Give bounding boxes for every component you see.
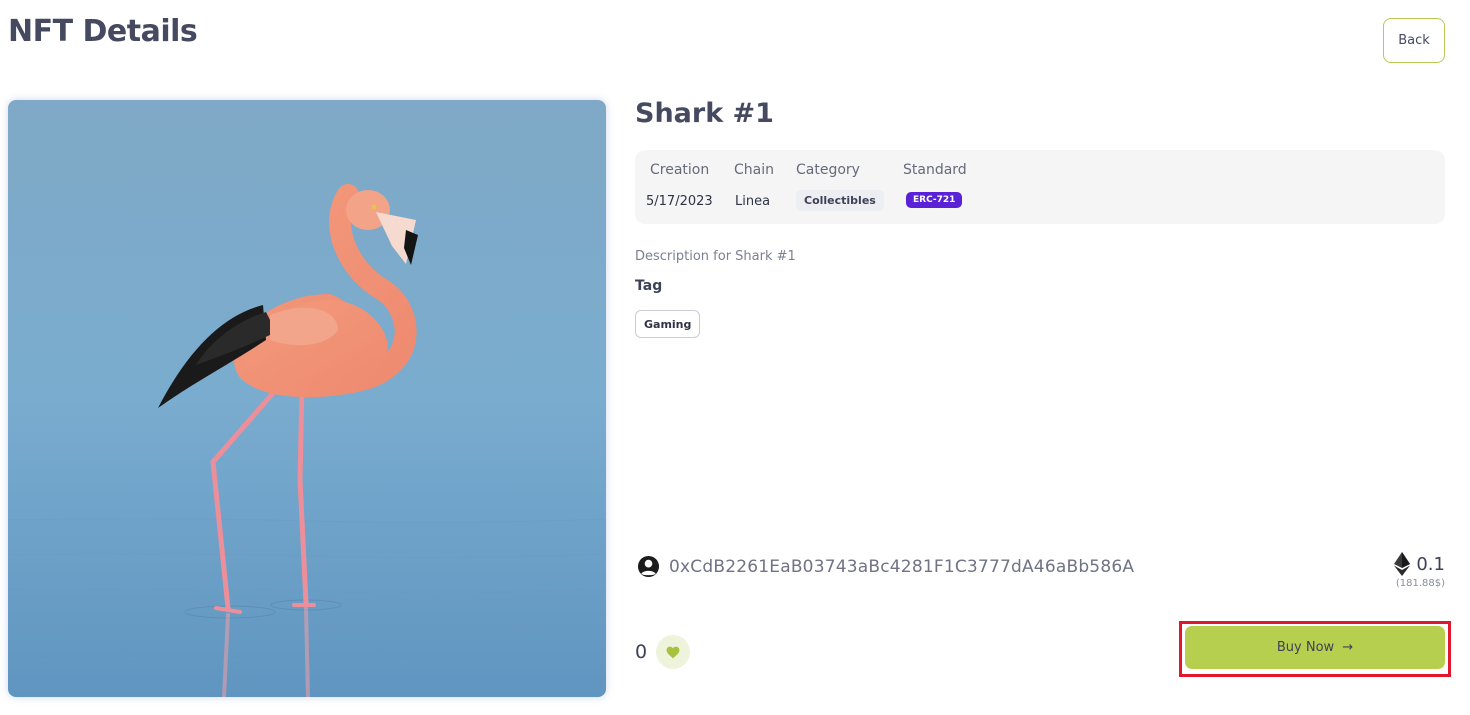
tag-gaming[interactable]: Gaming <box>635 310 701 338</box>
chain-label: Chain <box>734 162 774 178</box>
creation-value: 5/17/2023 <box>646 194 713 209</box>
arrow-right-icon: → <box>1342 640 1354 655</box>
page-title: NFT Details <box>8 14 198 49</box>
standard-badge: ERC-721 <box>906 192 963 208</box>
owner-address[interactable]: 0xCdB2261EaB03743aBc4281F1C3777dA46aBb58… <box>669 557 1134 577</box>
back-button[interactable]: Back <box>1383 18 1445 63</box>
likes-count: 0 <box>635 641 648 663</box>
chain-column: Chain Linea <box>734 162 774 209</box>
chain-value: Linea <box>735 194 771 209</box>
price-usd: (181.88$) <box>1395 578 1445 589</box>
nft-description: Description for Shark #1 <box>635 249 796 264</box>
category-badge: Collectibles <box>796 190 884 211</box>
ethereum-icon <box>1394 552 1411 576</box>
nft-name: Shark #1 <box>635 98 774 129</box>
tag-heading: Tag <box>635 278 663 294</box>
nft-info-panel: Creation 5/17/2023 Chain Linea Category … <box>635 150 1445 224</box>
buy-now-button[interactable]: Buy Now → <box>1185 626 1445 669</box>
heart-icon <box>666 646 680 658</box>
category-column: Category Collectibles <box>796 162 884 211</box>
creation-column: Creation 5/17/2023 <box>646 162 713 209</box>
price-block: 0.1 (181.88$) <box>1394 552 1445 589</box>
creation-label: Creation <box>650 162 710 178</box>
like-button[interactable] <box>656 635 690 669</box>
category-label: Category <box>796 162 860 178</box>
user-circle-icon <box>637 555 660 578</box>
nft-image <box>8 100 606 697</box>
owner-row: 0xCdB2261EaB03743aBc4281F1C3777dA46aBb58… <box>637 555 1134 578</box>
standard-column: Standard ERC-721 <box>903 162 967 208</box>
price-value: 0.1 <box>1416 553 1445 575</box>
standard-label: Standard <box>903 162 967 178</box>
buy-now-label: Buy Now <box>1276 640 1335 655</box>
